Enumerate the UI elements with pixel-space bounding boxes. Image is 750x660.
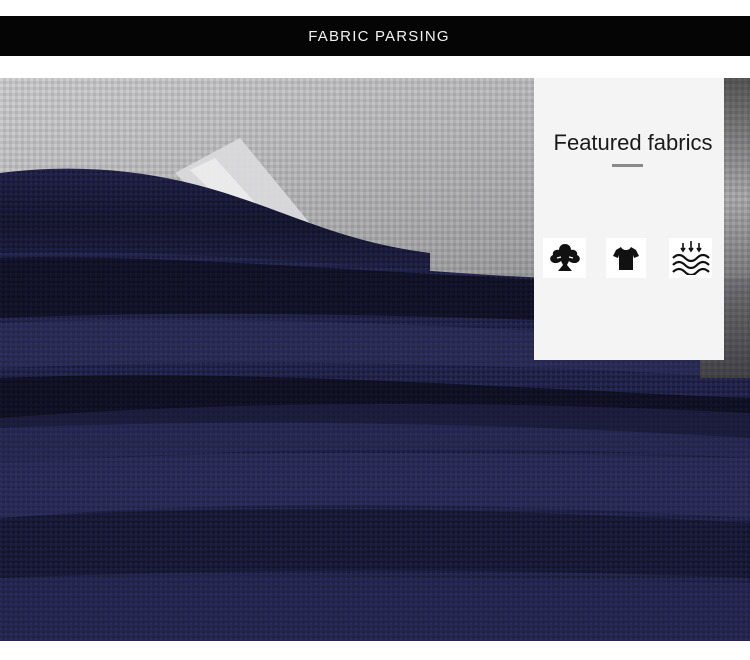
cotton-tree-icon bbox=[543, 238, 586, 278]
title-underline bbox=[612, 164, 643, 167]
featured-fabrics-card: Featured fabrics bbox=[534, 78, 724, 360]
moisture-wicking-icon bbox=[669, 238, 712, 278]
section-title: FABRIC PARSING bbox=[308, 27, 450, 45]
section-banner: FABRIC PARSING bbox=[0, 16, 750, 56]
tshirt-icon bbox=[606, 238, 646, 278]
featured-fabrics-title: Featured fabrics bbox=[553, 130, 713, 155]
